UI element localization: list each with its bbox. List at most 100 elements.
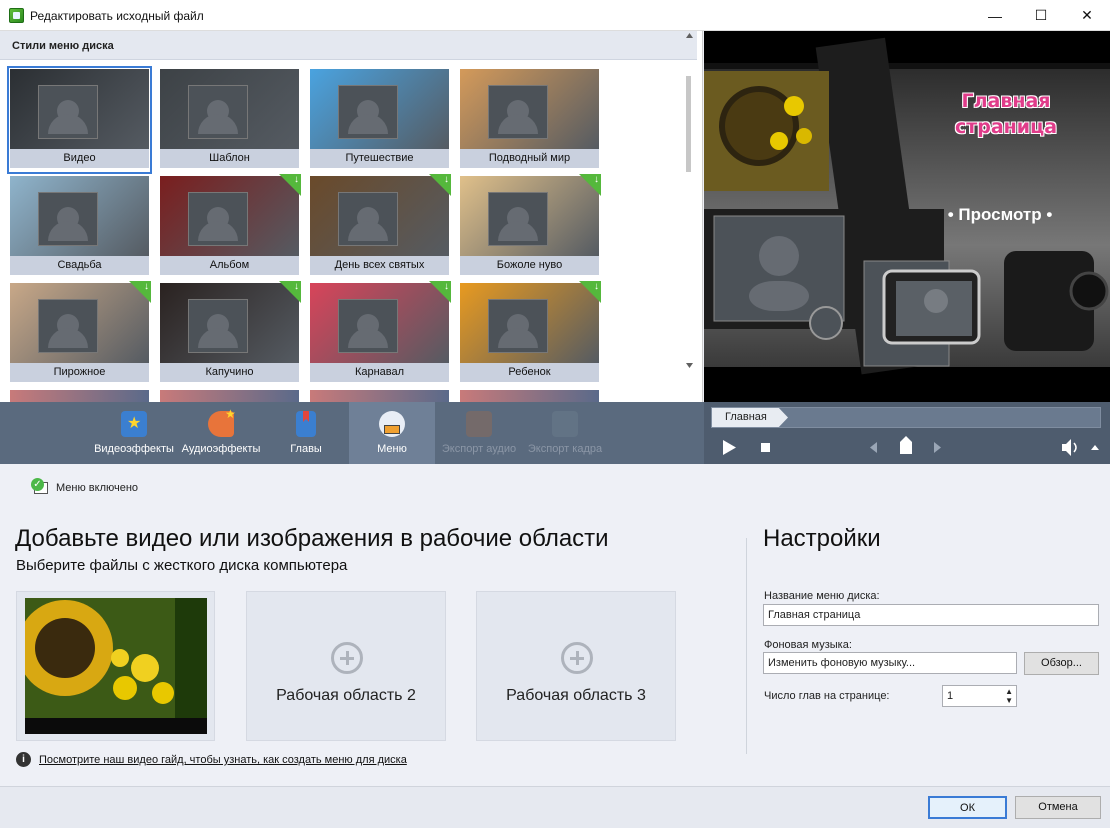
style-tile[interactable]: Божоле нуво (458, 174, 601, 280)
style-tile-partial[interactable] (160, 390, 299, 402)
style-tile[interactable]: Ребенок (458, 281, 601, 387)
style-tile-label: Видео (10, 149, 149, 168)
style-tile-label: Капучино (160, 363, 299, 382)
maximize-button[interactable]: ☐ (1018, 0, 1064, 31)
style-tile[interactable]: Шаблон (158, 67, 301, 173)
check-icon: ✓ (31, 478, 44, 491)
style-thumbnail (160, 69, 299, 149)
menu-enabled-label: Меню включено (56, 482, 139, 494)
chapters-per-page-label: Число глав на странице: (764, 690, 890, 702)
preview-browse-label: • Просмотр • (947, 205, 1053, 224)
menu-name-label: Название меню диска: (764, 590, 880, 602)
photo-placeholder-icon (488, 299, 548, 353)
download-icon[interactable] (279, 281, 301, 303)
chapters-per-page-value: 1 (947, 690, 954, 702)
style-thumbnail (460, 69, 599, 149)
main-toolbar: ★ Видеоэффекты ★ Аудиоэффекты Главы Меню… (0, 402, 704, 464)
volume-icon[interactable] (1062, 439, 1071, 456)
export-audio-label: Экспорт аудио (441, 443, 517, 455)
style-tile[interactable]: Пирожное (8, 281, 151, 387)
work-area-3[interactable]: Рабочая область 3 (476, 591, 676, 741)
video-guide-link[interactable]: Посмотрите наш видео гайд, чтобы узнать,… (39, 754, 407, 766)
scroll-thumb[interactable] (686, 76, 691, 172)
menu-preview: Главная страница • Просмотр • (704, 31, 1110, 402)
photo-placeholder-icon (38, 85, 98, 139)
volume-expand-icon[interactable] (1091, 445, 1099, 450)
audio-effects-label: Аудиоэффекты (181, 443, 261, 455)
menu-button[interactable]: Меню (349, 402, 435, 464)
menu-name-field[interactable]: Главная страница (763, 604, 1099, 626)
photo-placeholder-icon (38, 299, 98, 353)
style-tile[interactable]: Путешествие (308, 67, 451, 173)
minimize-button[interactable]: — (972, 0, 1018, 31)
style-tile-label: Карнавал (310, 363, 449, 382)
style-tile-label: Свадьба (10, 256, 149, 275)
main-heading: Добавьте видео или изображения в рабочие… (15, 525, 609, 552)
style-tile-label: Шаблон (160, 149, 299, 168)
divider (746, 538, 747, 754)
disc-menu-icon (379, 411, 405, 437)
style-tile[interactable]: Альбом (158, 174, 301, 280)
photo-placeholder-icon (338, 85, 398, 139)
download-icon[interactable] (429, 281, 451, 303)
style-tile-label: Пирожное (10, 363, 149, 382)
download-icon[interactable] (579, 281, 601, 303)
chapters-per-page-stepper[interactable]: 1 ▲ ▼ (942, 685, 1017, 707)
title-bar: Редактировать исходный файл — ☐ ✕ (0, 0, 1110, 31)
ok-button[interactable]: ОК (928, 796, 1007, 819)
style-tile[interactable]: День всех святых (308, 174, 451, 280)
chapters-bookmark-icon (296, 411, 316, 437)
scroll-up-arrow-icon[interactable] (686, 33, 693, 38)
export-audio-button[interactable]: Экспорт аудио (437, 402, 521, 464)
browse-button[interactable]: Обзор... (1024, 652, 1099, 675)
style-tile[interactable]: Видео (7, 66, 152, 174)
download-icon[interactable] (129, 281, 151, 303)
style-tile[interactable]: Свадьба (8, 174, 151, 280)
style-tile[interactable]: Капучино (158, 281, 301, 387)
prev-icon[interactable] (870, 442, 877, 453)
style-tile-partial[interactable] (310, 390, 449, 402)
chapter-tab[interactable]: Главная (712, 408, 788, 427)
style-thumbnail (310, 69, 449, 149)
chapters-button[interactable]: Главы (264, 402, 348, 464)
photo-placeholder-icon (38, 192, 98, 246)
cancel-button[interactable]: Отмена (1015, 796, 1101, 819)
styles-header: Стили меню диска (0, 31, 697, 60)
photo-placeholder-icon (188, 85, 248, 139)
style-tile[interactable]: Подводный мир (458, 67, 601, 173)
next-icon[interactable] (934, 442, 941, 453)
video-effects-button[interactable]: ★ Видеоэффекты (90, 402, 178, 464)
style-thumbnail (10, 69, 149, 149)
export-frame-icon (552, 411, 578, 437)
audio-effects-button[interactable]: ★ Аудиоэффекты (178, 402, 264, 464)
play-icon[interactable] (723, 440, 736, 455)
style-tile-label: Путешествие (310, 149, 449, 168)
work-area-1[interactable] (16, 591, 215, 741)
player-controls (723, 436, 1099, 456)
scroll-down-arrow-icon[interactable] (686, 363, 693, 368)
menu-enabled-checkbox[interactable]: ✓ (31, 478, 53, 496)
preview-title-line1: Главная (961, 90, 1051, 112)
work-area-2[interactable]: Рабочая область 2 (246, 591, 446, 741)
style-tile[interactable]: Карнавал (308, 281, 451, 387)
photo-placeholder-icon (488, 192, 548, 246)
download-icon[interactable] (579, 174, 601, 196)
style-tile-label: День всех святых (310, 256, 449, 275)
music-field[interactable]: Изменить фоновую музыку... (763, 652, 1017, 674)
style-tile-partial[interactable] (460, 390, 599, 402)
speaker-star-icon: ★ (208, 407, 236, 437)
spinner-arrows-icon[interactable]: ▲ ▼ (1005, 687, 1013, 705)
close-button[interactable]: ✕ (1064, 0, 1110, 31)
info-icon: i (16, 752, 31, 767)
style-tile-partial[interactable] (10, 390, 149, 402)
settings-heading: Настройки (763, 525, 881, 552)
home-icon[interactable] (900, 436, 912, 454)
export-frame-button[interactable]: Экспорт кадра (521, 402, 609, 464)
preview-title: Главная страница (936, 88, 1076, 140)
stop-icon[interactable] (761, 443, 770, 452)
app-icon (9, 8, 24, 23)
download-icon[interactable] (279, 174, 301, 196)
download-icon[interactable] (429, 174, 451, 196)
video-effects-label: Видеоэффекты (94, 443, 174, 455)
sunflower-image (25, 598, 207, 734)
